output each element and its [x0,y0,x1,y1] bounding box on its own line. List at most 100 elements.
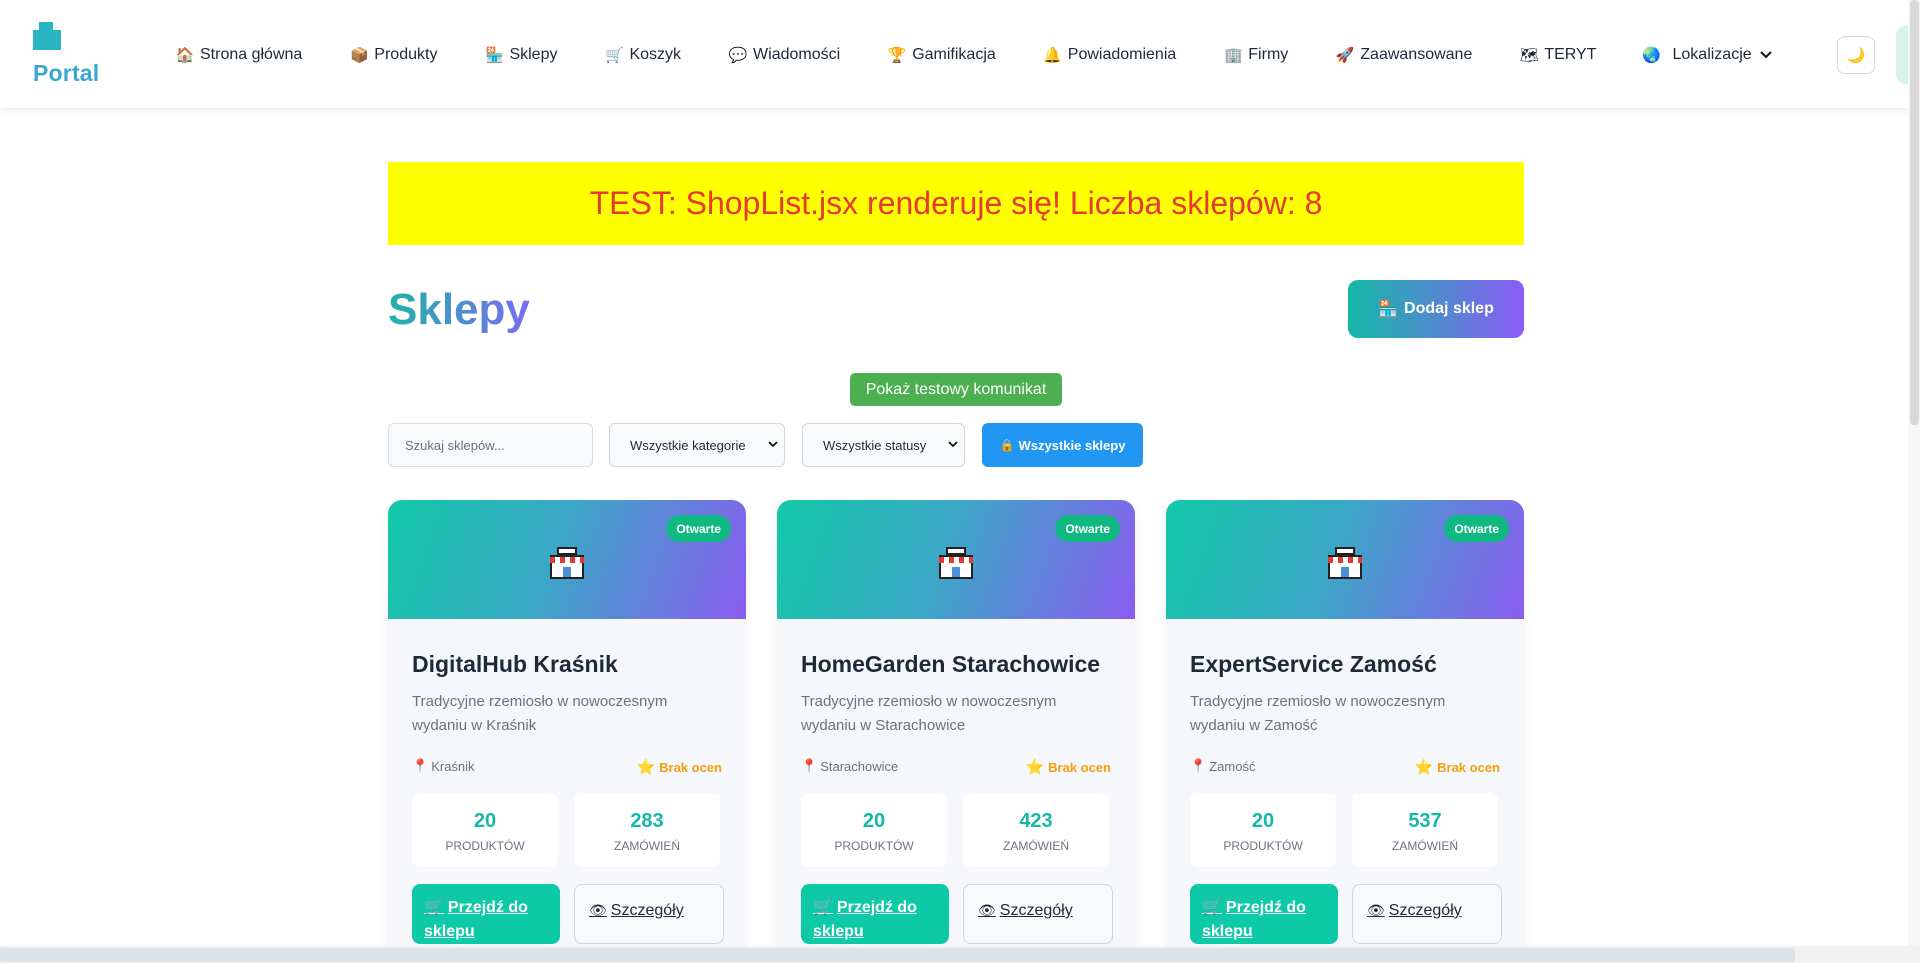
shop-location: 📍 Starachowice [801,758,898,774]
store-icon [547,543,587,583]
nav-item-shops[interactable]: 🏪 Sklepy [485,46,557,64]
chevron-down-icon [768,440,778,451]
nav-item-notifications[interactable]: 🔔 Powiadomienia [1043,46,1177,64]
scrollbar-thumb[interactable] [1910,0,1919,425]
shop-location: 📍 Kraśnik [412,758,475,774]
stat-label: ZAMÓWIEŃ [614,839,680,853]
shop-name: ExpertService Zamość [1190,651,1437,677]
cart-icon: 🛒 [424,899,444,916]
rating-text: Brak ocen [659,759,722,775]
store-icon: 🏪 [1378,301,1399,318]
logo-icon [33,22,61,50]
vertical-scrollbar[interactable] [1908,0,1920,946]
location-text: Starachowice [820,758,899,774]
go-to-shop-button[interactable]: 🛒 Przejdź do sklepu [412,884,560,944]
pin-icon: 📍 [412,758,429,773]
show-test-message-button[interactable]: Pokaż testowy komunikat [850,373,1062,406]
shop-description: Tradycyjne rzemiosło w nowoczesnym wydan… [412,693,668,734]
orders-stat: 423 ZAMÓWIEŃ [963,793,1109,867]
go-to-shop-button[interactable]: 🛒 Przejdź do sklepu [801,884,949,944]
products-stat: 20 PRODUKTÓW [1190,793,1336,867]
rocket-icon: 🚀 [1335,47,1355,64]
rating-text: Brak ocen [1437,759,1500,775]
shop-rating: ⭐ Brak ocen [1414,758,1500,776]
nav-label: Lokalizacje [1672,46,1752,63]
nav-item-home[interactable]: 🏠 Strona główna [175,46,303,64]
nav-label: TERYT [1544,46,1597,63]
nav-label: Powiadomienia [1067,46,1177,63]
top-navbar: Portal 🏠 Strona główna 📦 Produkty 🏪 Sklepy … [0,0,1920,108]
nav-item-cart[interactable]: 🛒 Koszyk [605,46,681,64]
details-label: Szczegóły [610,902,684,919]
home-icon: 🏠 [175,47,195,64]
star-icon: ⭐ [636,759,656,776]
shop-name: DigitalHub Kraśnik [412,651,618,677]
nav-label: Koszyk [629,46,682,63]
all-shops-button[interactable]: 🔒 Wszystkie sklepy [982,423,1143,467]
portal-logo[interactable]: Portal [33,22,123,92]
stat-label: ZAMÓWIEŃ [1392,839,1458,853]
nav-item-teryt[interactable]: 🗺 TERYT [1519,46,1597,64]
all-shops-label: Wszystkie sklepy [1018,437,1126,453]
globe-icon: 🌏 [1642,47,1661,64]
nav-item-locations[interactable]: 🌏 Lokalizacje [1642,46,1772,64]
status-badge: Otwarte [1055,515,1120,542]
nav-label: Strona główna [200,46,303,63]
store-icon [1325,543,1365,583]
star-icon: ⭐ [1414,759,1434,776]
details-button[interactable]: 👁 Szczegóły [1352,884,1502,944]
location-text: Kraśnik [431,758,475,774]
stat-label: PRODUKTÓW [834,839,914,853]
shop-card-header: Otwarte [777,500,1135,619]
test-banner: TEST: ShopList.jsx renderuje się! Liczba… [388,162,1524,245]
status-badge: Otwarte [666,515,731,542]
nav-label: Wiadomości [753,46,841,63]
box-icon: 📦 [349,47,369,64]
shop-rating: ⭐ Brak ocen [636,758,722,776]
pin-icon: 📍 [801,758,818,773]
shop-card: Otwarte ExpertService Zamość Tradycyjne … [1166,500,1524,963]
nav-item-gamification[interactable]: 🏆 Gamifikacja [888,46,996,64]
go-to-shop-button[interactable]: 🛒 Przejdź do sklepu [1190,884,1338,944]
category-select[interactable]: Wszystkie kategorie [609,423,785,467]
stat-number: 423 [1019,810,1053,832]
star-icon: ⭐ [1025,759,1045,776]
map-icon: 🗺 [1519,47,1539,64]
horizontal-scrollbar[interactable] [0,946,1920,963]
details-button[interactable]: 👁 Szczegóły [963,884,1113,944]
shop-card-header: Otwarte [388,500,746,619]
cart-icon: 🛒 [813,899,833,916]
orders-stat: 283 ZAMÓWIEŃ [574,793,720,867]
shop-card: Otwarte HomeGarden Starachowice Tradycyj… [777,500,1135,963]
shop-rating: ⭐ Brak ocen [1025,758,1111,776]
nav-item-products[interactable]: 📦 Produkty [350,46,437,64]
theme-toggle-button[interactable]: 🌙 [1837,36,1875,74]
search-input[interactable] [388,423,593,467]
products-stat: 20 PRODUKTÓW [412,793,558,867]
location-text: Zamość [1209,758,1256,774]
stat-number: 537 [1408,810,1442,832]
nav-label: Gamifikacja [912,46,996,63]
nav-item-advanced[interactable]: 🚀 Zaawansowane [1336,46,1472,64]
add-shop-button[interactable]: 🏪 Dodaj sklep [1348,280,1524,338]
nav-label: Produkty [374,46,438,63]
store-icon [936,543,976,583]
bell-icon: 🔔 [1043,47,1063,64]
scrollbar-thumb[interactable] [0,948,1795,962]
status-select[interactable]: Wszystkie statusy [802,423,965,467]
nav-label: Firmy [1248,46,1289,63]
status-badge: Otwarte [1444,515,1509,542]
nav-label: Sklepy [509,46,558,63]
shop-description: Tradycyjne rzemiosło w nowoczesnym wydan… [801,693,1057,734]
orders-stat: 537 ZAMÓWIEŃ [1352,793,1498,867]
shop-card-header: Otwarte [1166,500,1524,619]
shop-name: HomeGarden Starachowice [801,651,1101,677]
details-button[interactable]: 👁 Szczegóły [574,884,724,944]
nav-item-companies[interactable]: 🏢 Firmy [1224,46,1288,64]
eye-icon: 👁 [1367,902,1385,918]
nav-item-messages[interactable]: 💬 Wiadomości [729,46,840,64]
cart-icon: 🛒 [1202,899,1222,916]
stat-number: 20 [1251,810,1275,832]
lock-icon: 🔒 [999,438,1015,452]
trophy-icon: 🏆 [887,47,907,64]
